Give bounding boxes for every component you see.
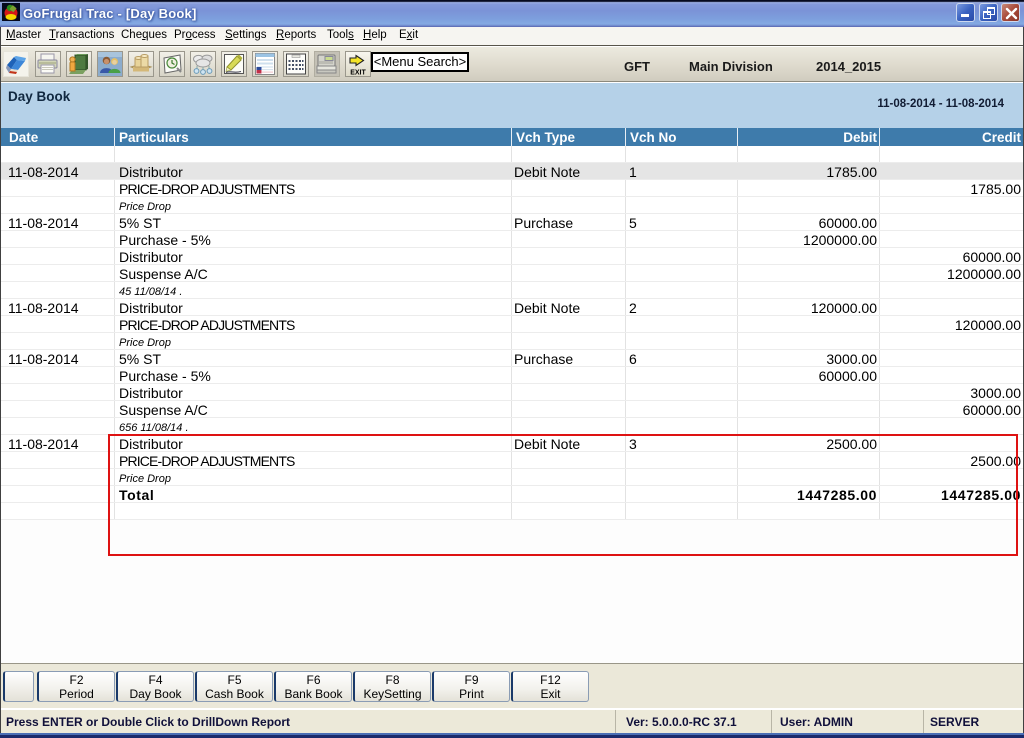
svg-text:EXIT: EXIT: [350, 70, 366, 77]
